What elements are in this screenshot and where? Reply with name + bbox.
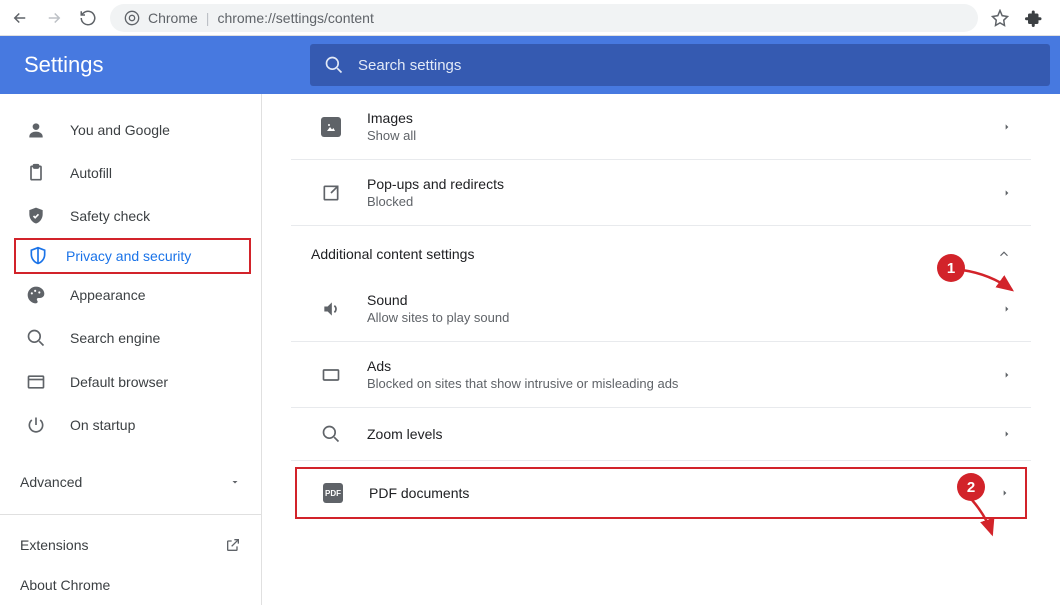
row-subtitle: Show all bbox=[367, 128, 1003, 143]
content-row-popups[interactable]: Pop-ups and redirects Blocked bbox=[291, 160, 1031, 226]
back-button[interactable] bbox=[8, 6, 32, 30]
sidebar-item-default-browser[interactable]: Default browser bbox=[0, 360, 261, 403]
row-subtitle: Blocked bbox=[367, 194, 1003, 209]
highlight-privacy: Privacy and security bbox=[14, 238, 251, 274]
row-title: Sound bbox=[367, 292, 1003, 308]
sidebar-item-privacy-security[interactable]: Privacy and security bbox=[22, 246, 191, 266]
app-label: Chrome bbox=[148, 10, 198, 26]
annotation-arrow-2 bbox=[962, 496, 1002, 540]
search-settings[interactable] bbox=[310, 44, 1050, 86]
shield-icon bbox=[28, 246, 48, 266]
annotation-badge-1: 1 bbox=[937, 254, 965, 282]
image-icon bbox=[321, 117, 341, 137]
reload-icon bbox=[79, 9, 97, 27]
highlight-pdf: PDF PDF documents bbox=[295, 467, 1027, 519]
row-title: Ads bbox=[367, 358, 1003, 374]
search-input[interactable] bbox=[358, 57, 1036, 74]
advanced-label: Advanced bbox=[20, 474, 82, 490]
section-header-label: Additional content settings bbox=[311, 246, 474, 262]
shield-check-icon bbox=[26, 206, 46, 226]
chevron-right-icon bbox=[1003, 428, 1011, 440]
chevron-right-icon bbox=[1001, 487, 1009, 499]
content-main: Images Show all Pop-ups and redirects Bl… bbox=[262, 94, 1060, 605]
content-row-zoom[interactable]: Zoom levels bbox=[291, 408, 1031, 461]
sidebar-item-advanced[interactable]: Advanced bbox=[0, 460, 261, 504]
forward-button[interactable] bbox=[42, 6, 66, 30]
person-icon bbox=[26, 120, 46, 140]
section-header-additional[interactable]: Additional content settings bbox=[291, 226, 1031, 276]
sidebar-item-on-startup[interactable]: On startup bbox=[0, 403, 261, 446]
row-title: Pop-ups and redirects bbox=[367, 176, 1003, 192]
sidebar-label: Safety check bbox=[70, 208, 150, 224]
sidebar-item-autofill[interactable]: Autofill bbox=[0, 151, 261, 194]
address-bar[interactable]: Chrome | chrome://settings/content bbox=[110, 4, 978, 32]
sidebar-item-safety-check[interactable]: Safety check bbox=[0, 194, 261, 237]
browser-toolbar: Chrome | chrome://settings/content bbox=[0, 0, 1060, 36]
content-row-sound[interactable]: Sound Allow sites to play sound bbox=[291, 276, 1031, 342]
extensions-button[interactable] bbox=[1022, 6, 1046, 30]
sidebar-label: Autofill bbox=[70, 165, 112, 181]
ads-icon bbox=[311, 365, 351, 385]
chevron-right-icon bbox=[1003, 303, 1011, 315]
row-title: PDF documents bbox=[369, 485, 1001, 501]
annotation-arrow-1 bbox=[960, 264, 1020, 298]
power-icon bbox=[26, 415, 46, 435]
extensions-label: Extensions bbox=[20, 537, 88, 553]
search-icon bbox=[26, 328, 46, 348]
annotation-badge-2: 2 bbox=[957, 473, 985, 501]
row-subtitle: Allow sites to play sound bbox=[367, 310, 1003, 325]
sidebar-item-you-and-google[interactable]: You and Google bbox=[0, 108, 261, 151]
chevron-right-icon bbox=[1003, 369, 1011, 381]
palette-icon bbox=[26, 285, 46, 305]
sound-icon bbox=[311, 299, 351, 319]
chevron-right-icon bbox=[1003, 187, 1011, 199]
chevron-right-icon bbox=[1003, 121, 1011, 133]
content-row-images[interactable]: Images Show all bbox=[291, 94, 1031, 160]
external-link-icon bbox=[225, 537, 241, 553]
sidebar-item-appearance[interactable]: Appearance bbox=[0, 274, 261, 317]
settings-sidebar: You and Google Autofill Safety check Pri… bbox=[0, 94, 262, 605]
row-title: Images bbox=[367, 110, 1003, 126]
content-row-pdf[interactable]: PDF PDF documents bbox=[297, 469, 1025, 517]
arrow-left-icon bbox=[11, 9, 29, 27]
chevron-down-icon bbox=[229, 476, 241, 488]
chevron-up-icon bbox=[997, 247, 1011, 261]
arrow-right-icon bbox=[45, 9, 63, 27]
puzzle-icon bbox=[1025, 9, 1043, 27]
sidebar-item-extensions[interactable]: Extensions bbox=[0, 525, 261, 565]
popup-icon bbox=[311, 183, 351, 203]
star-icon bbox=[991, 9, 1009, 27]
search-icon bbox=[324, 55, 344, 75]
clipboard-icon bbox=[26, 163, 46, 183]
url-text: chrome://settings/content bbox=[217, 10, 373, 26]
sidebar-label: Privacy and security bbox=[66, 248, 191, 264]
separator: | bbox=[206, 10, 210, 26]
reload-button[interactable] bbox=[76, 6, 100, 30]
divider bbox=[0, 514, 261, 515]
sidebar-label: Appearance bbox=[70, 287, 146, 303]
browser-icon bbox=[26, 372, 46, 392]
sidebar-label: Default browser bbox=[70, 374, 168, 390]
sidebar-item-about[interactable]: About Chrome bbox=[0, 565, 261, 605]
zoom-icon bbox=[311, 424, 351, 444]
content-row-ads[interactable]: Ads Blocked on sites that show intrusive… bbox=[291, 342, 1031, 408]
sidebar-item-search-engine[interactable]: Search engine bbox=[0, 317, 261, 360]
settings-header: Settings bbox=[0, 36, 1060, 94]
row-subtitle: Blocked on sites that show intrusive or … bbox=[367, 376, 1003, 391]
row-title: Zoom levels bbox=[367, 426, 1003, 442]
page-title: Settings bbox=[0, 52, 310, 78]
sidebar-label: You and Google bbox=[70, 122, 170, 138]
sidebar-label: On startup bbox=[70, 417, 135, 433]
about-label: About Chrome bbox=[20, 577, 110, 593]
chrome-icon bbox=[124, 10, 140, 26]
pdf-icon: PDF bbox=[323, 483, 343, 503]
bookmark-button[interactable] bbox=[988, 6, 1012, 30]
sidebar-label: Search engine bbox=[70, 330, 160, 346]
